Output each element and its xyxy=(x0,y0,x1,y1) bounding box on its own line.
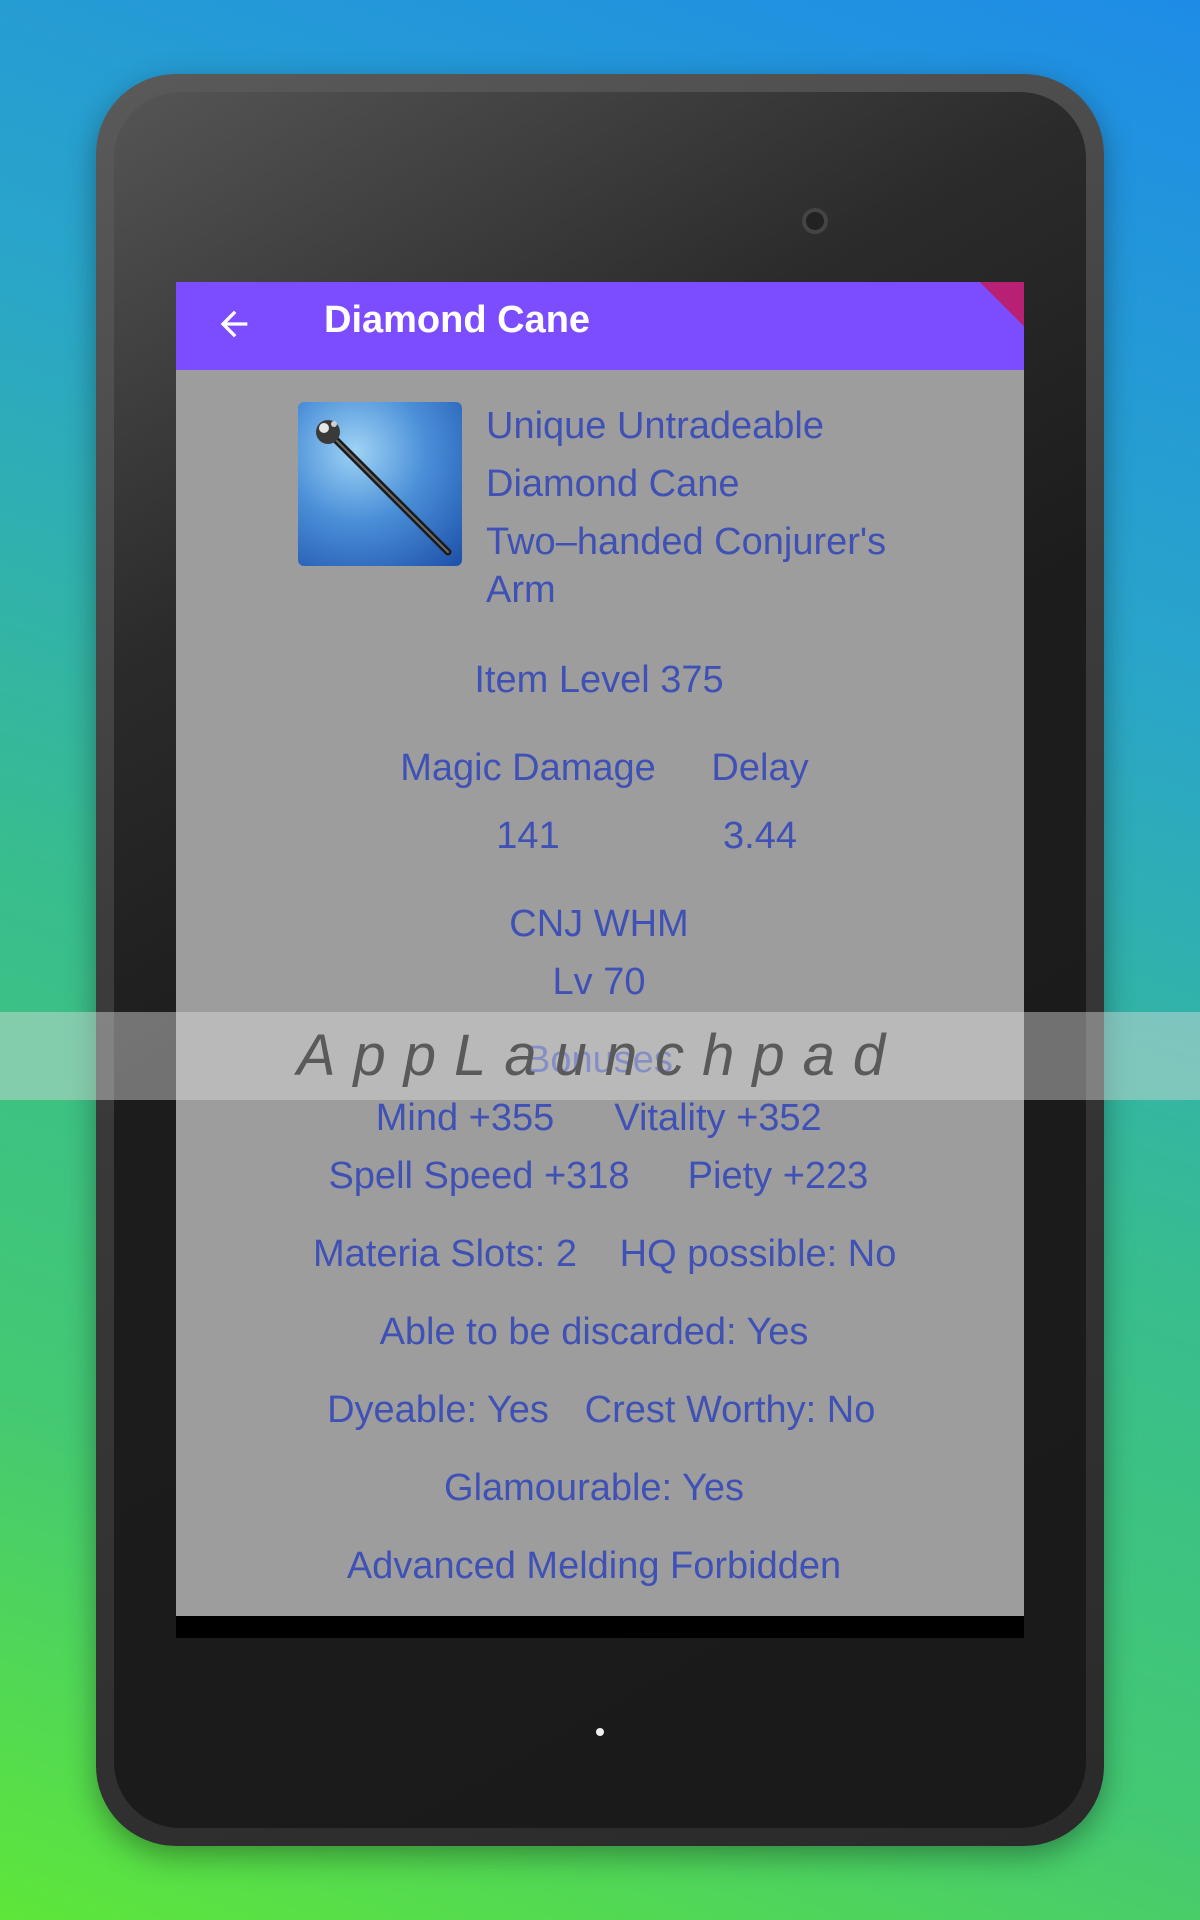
watermark-text: AppLaunchpad xyxy=(296,1023,904,1088)
navigation-bar xyxy=(176,1616,1024,1638)
app-bar: Diamond Cane xyxy=(176,282,1024,370)
delay-value: 3.44 xyxy=(723,815,797,857)
class-requirements: CNJ WHM xyxy=(509,903,689,945)
dyeable-status: Dyeable: Yes xyxy=(327,1389,549,1431)
app-screen: Diamond Cane Unique Untradeable Diamond … xyxy=(176,282,1024,1638)
item-level: Item Level 375 xyxy=(474,659,724,701)
debug-banner xyxy=(980,282,1024,326)
item-category-line2: Arm xyxy=(486,569,556,611)
discard-status: Able to be discarded: Yes xyxy=(379,1311,809,1353)
cane-icon xyxy=(298,402,462,566)
back-button[interactable] xyxy=(206,296,262,352)
materia-slots: Materia Slots: 2 xyxy=(313,1233,577,1275)
bonus-spell-speed: Spell Speed +318 xyxy=(328,1155,630,1197)
arrow-left-icon xyxy=(220,310,248,338)
watermark-band: AppLaunchpad xyxy=(0,1012,1200,1100)
bonus-mind: Mind +355 xyxy=(375,1097,555,1139)
page-title: Diamond Cane xyxy=(324,299,591,341)
melding-status: Advanced Melding Forbidden xyxy=(346,1545,842,1587)
front-camera xyxy=(802,208,828,234)
crest-worthy-status: Crest Worthy: No xyxy=(584,1389,876,1431)
home-indicator xyxy=(596,1728,604,1736)
magic-damage-label: Magic Damage xyxy=(400,747,656,789)
item-name: Diamond Cane xyxy=(486,463,740,505)
glamourable-status: Glamourable: Yes xyxy=(444,1467,744,1509)
magic-damage-value: 141 xyxy=(496,815,560,857)
item-tags: Unique Untradeable xyxy=(486,405,825,447)
bonus-vitality: Vitality +352 xyxy=(614,1097,822,1139)
delay-label: Delay xyxy=(711,747,809,789)
item-category-line1: Two–handed Conjurer's xyxy=(486,521,887,563)
bonus-piety: Piety +223 xyxy=(687,1155,869,1197)
level-requirement: Lv 70 xyxy=(552,961,646,1003)
hq-possible: HQ possible: No xyxy=(619,1233,897,1275)
